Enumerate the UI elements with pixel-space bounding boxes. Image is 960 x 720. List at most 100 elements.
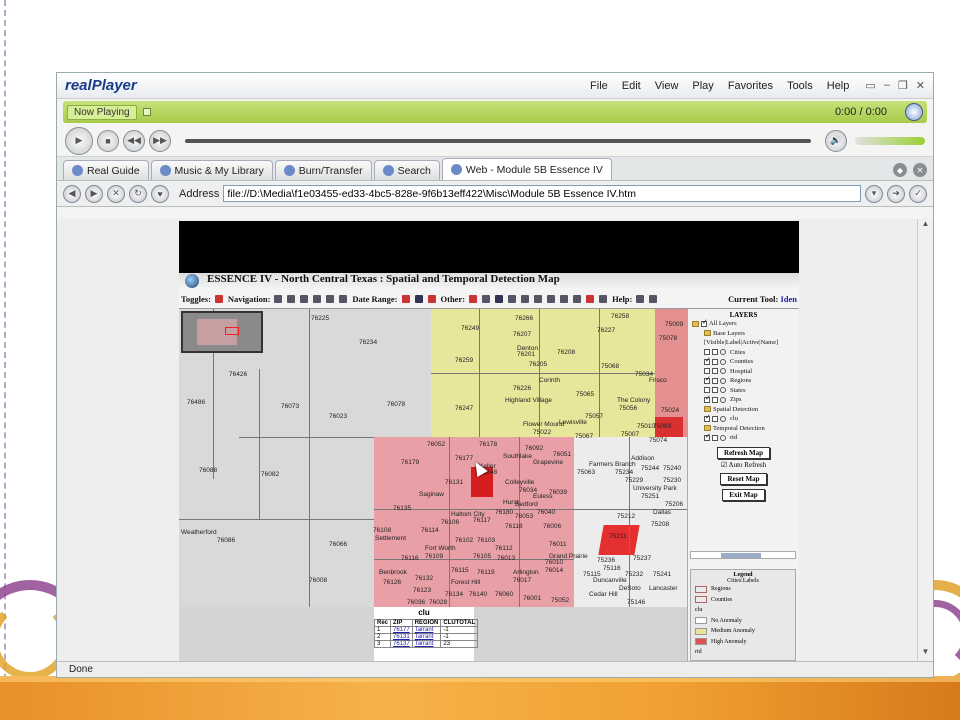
layer-checkbox[interactable] (701, 318, 708, 327)
menu-play[interactable]: Play (692, 80, 713, 92)
label-checkbox[interactable] (712, 377, 718, 384)
layer-row-counties[interactable]: Counties (688, 356, 799, 367)
visible-checkbox[interactable] (704, 349, 710, 356)
menu-file[interactable]: File (590, 80, 608, 92)
favorite-icon[interactable]: ♥ (151, 184, 169, 203)
playlist-toggle-icon[interactable] (142, 108, 151, 116)
map-view[interactable]: 76225 76234 76426 76486 76073 76023 7607… (179, 309, 687, 663)
display-icon[interactable] (905, 103, 923, 121)
active-radio[interactable] (720, 396, 726, 403)
link-icon[interactable] (560, 294, 569, 303)
active-radio[interactable] (720, 434, 726, 441)
visible-checkbox[interactable] (704, 387, 710, 394)
zoom-prev-icon[interactable] (313, 294, 322, 303)
visible-checkbox[interactable] (704, 356, 711, 365)
menu-favorites[interactable]: Favorites (728, 80, 773, 92)
visible-checkbox[interactable] (704, 413, 711, 422)
active-radio[interactable] (720, 387, 726, 394)
layer-row-rtd[interactable]: rtd (688, 432, 799, 443)
scroll-down-icon[interactable]: ▼ (918, 647, 933, 661)
layer-row-regions[interactable]: Regions (688, 375, 799, 386)
help-book-icon[interactable] (636, 294, 645, 303)
edit-icon[interactable] (573, 294, 582, 303)
identify-icon[interactable] (326, 294, 335, 303)
close-icon[interactable]: ✕ (916, 79, 925, 92)
minimize-icon[interactable]: – (884, 79, 890, 92)
volume-slider[interactable] (855, 136, 925, 145)
export-icon[interactable] (586, 294, 595, 303)
layer-row-clu[interactable]: clu (688, 413, 799, 424)
zoom-in-icon[interactable] (274, 294, 283, 303)
scroll-up-icon[interactable]: ▲ (918, 219, 933, 233)
print-icon[interactable] (508, 294, 517, 303)
next-button[interactable]: ▶▶ (149, 129, 171, 152)
stop-button[interactable]: ■ (97, 129, 119, 152)
auto-refresh-toggle[interactable]: ☑ Auto Refresh (688, 461, 799, 469)
reset-map-button[interactable]: Reset Map (720, 472, 767, 485)
visible-checkbox[interactable] (704, 394, 711, 403)
zoom-full-icon[interactable] (300, 294, 309, 303)
menu-view[interactable]: View (655, 80, 679, 92)
label-checkbox[interactable] (712, 396, 718, 403)
label-checkbox[interactable] (712, 349, 718, 356)
label-checkbox[interactable] (712, 415, 718, 422)
toggle-icon[interactable] (214, 294, 223, 303)
back-button[interactable]: ◀ (63, 184, 81, 203)
label-checkbox[interactable] (712, 434, 718, 441)
measure-icon[interactable] (521, 294, 530, 303)
tab-real-guide[interactable]: Real Guide (63, 160, 149, 180)
region-link[interactable]: Tarrant (411, 626, 442, 634)
page-scrollbar[interactable]: ▲ ▼ (917, 219, 933, 661)
find-icon[interactable] (495, 294, 504, 303)
seek-bar[interactable] (185, 138, 811, 143)
layer-group-base[interactable]: Base Layers (688, 329, 799, 339)
active-radio[interactable] (720, 349, 726, 356)
layer-group-all[interactable]: All Layers (688, 318, 799, 329)
buffer-icon[interactable] (547, 294, 556, 303)
label-checkbox[interactable] (712, 387, 718, 394)
visible-checkbox[interactable] (704, 368, 710, 375)
label-checkbox[interactable] (712, 368, 718, 375)
layer-row-zips[interactable]: Zips (688, 394, 799, 405)
restore-icon[interactable]: ❐ (898, 79, 908, 92)
active-radio[interactable] (720, 415, 726, 422)
previous-button[interactable]: ◀◀ (123, 129, 145, 152)
date-end-icon[interactable] (427, 294, 436, 303)
zip-link[interactable]: 76131 (390, 633, 413, 641)
address-dropdown-icon[interactable]: ▾ (865, 184, 883, 203)
help-question-icon[interactable] (649, 294, 658, 303)
visible-checkbox[interactable] (704, 375, 711, 384)
menu-tools[interactable]: Tools (787, 80, 813, 92)
date-icon[interactable] (401, 294, 410, 303)
forward-button[interactable]: ▶ (85, 184, 103, 203)
stop-load-button[interactable]: ✕ (107, 184, 125, 203)
download-icon[interactable] (599, 294, 608, 303)
active-radio[interactable] (720, 368, 726, 375)
calendar-icon[interactable] (414, 294, 423, 303)
tab-search[interactable]: Search (373, 160, 440, 180)
region-link[interactable]: Tarrant (411, 640, 442, 648)
tab-burn-transfer[interactable]: Burn/Transfer (274, 160, 372, 180)
label-checkbox[interactable] (712, 358, 718, 365)
play-button[interactable]: ▶ (65, 126, 93, 155)
bookmark-icon[interactable]: ✓ (909, 184, 927, 203)
minimap-extent[interactable] (225, 327, 239, 335)
pan-icon[interactable] (339, 294, 348, 303)
region-link[interactable]: Tarrant (411, 633, 442, 641)
panel-scrollbar[interactable] (690, 551, 796, 559)
zip-link[interactable]: 76137 (390, 640, 413, 648)
menu-help[interactable]: Help (827, 80, 850, 92)
tab-web-module[interactable]: Web - Module 5B Essence IV (441, 158, 612, 180)
address-input[interactable] (223, 185, 861, 202)
tab-music-library[interactable]: Music & My Library (150, 160, 273, 180)
zoom-out-icon[interactable] (287, 294, 296, 303)
active-radio[interactable] (720, 358, 726, 365)
tab-scroll-icon[interactable]: ◆ (893, 163, 907, 177)
now-playing-button[interactable]: Now Playing (67, 104, 137, 120)
refresh-button[interactable]: ↻ (129, 184, 147, 203)
compact-mode-icon[interactable]: ▭ (865, 79, 875, 92)
info-icon[interactable] (469, 294, 478, 303)
grid-icon[interactable] (534, 294, 543, 303)
menu-edit[interactable]: Edit (622, 80, 641, 92)
visible-checkbox[interactable] (704, 432, 711, 441)
